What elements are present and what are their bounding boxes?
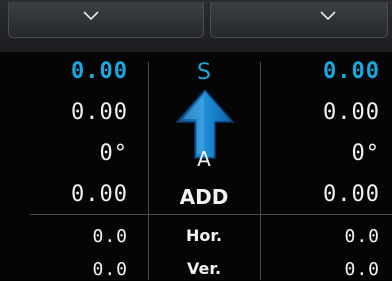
left-value-2: 0.00: [71, 100, 128, 125]
chevron-down-icon: [320, 11, 336, 21]
row-divider: [30, 214, 392, 215]
right-value-3: 0°: [351, 141, 380, 166]
mode-label: ADD: [179, 185, 229, 209]
left-value-1: 0.00: [71, 59, 128, 84]
left-value-5: 0.0: [92, 226, 128, 247]
column-divider-left: [148, 62, 149, 280]
right-value-1: 0.00: [323, 59, 380, 84]
right-dropdown[interactable]: [210, 2, 388, 38]
left-dropdown[interactable]: [8, 2, 204, 38]
left-value-6: 0.0: [92, 259, 128, 280]
letter-a: A: [197, 147, 211, 171]
direction-letter: S: [197, 60, 211, 85]
top-toolbar: [0, 0, 392, 53]
left-value-4: 0.00: [71, 182, 128, 207]
right-value-6: 0.0: [344, 259, 380, 280]
right-value-2: 0.00: [323, 100, 380, 125]
chevron-down-icon: [83, 11, 99, 21]
left-value-3: 0°: [99, 141, 128, 166]
right-value-5: 0.0: [344, 226, 380, 247]
horizontal-label: Hor.: [185, 226, 223, 245]
vertical-label: Ver.: [186, 259, 222, 278]
right-value-4: 0.00: [323, 182, 380, 207]
